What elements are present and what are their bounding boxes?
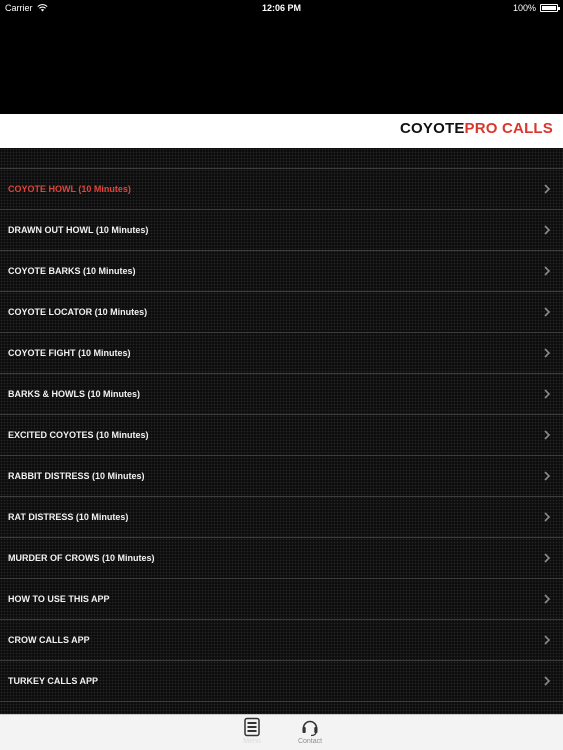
menu-item-murder-of-crows[interactable]: MURDER OF CROWS (10 Minutes) (0, 538, 563, 579)
app-title-part2: PRO CALLS (464, 120, 553, 137)
menu-item-label: TURKEY CALLS APP (8, 676, 99, 686)
chevron-right-icon (544, 266, 551, 276)
chevron-right-icon (544, 512, 551, 522)
menu-item-coyote-locator[interactable]: COYOTE LOCATOR (10 Minutes) (0, 292, 563, 333)
chevron-right-icon (544, 594, 551, 604)
tab-bar: Menu Contact (0, 714, 563, 750)
menu-item-coyote-barks[interactable]: COYOTE BARKS (10 Minutes) (0, 251, 563, 292)
menu-item-label: DRAWN OUT HOWL (10 Minutes) (8, 225, 149, 235)
tab-menu-label: Menu (243, 738, 261, 745)
menu-item-rabbit-distress[interactable]: RABBIT DISTRESS (10 Minutes) (0, 456, 563, 497)
menu-item-label: MURDER OF CROWS (10 Minutes) (8, 553, 155, 563)
menu-item-label: COYOTE HOWL (10 Minutes) (8, 184, 131, 194)
menu-item-label: HOW TO USE THIS APP (8, 594, 110, 604)
menu-item-how-to-use[interactable]: HOW TO USE THIS APP (0, 579, 563, 620)
app-title-part1: COYOTE (399, 120, 465, 137)
list-top-spacer (0, 148, 563, 169)
menu-list-icon (244, 717, 260, 737)
menu-item-label: EXCITED COYOTES (10 Minutes) (8, 430, 149, 440)
chevron-right-icon (544, 225, 551, 235)
menu-item-excited-coyotes[interactable]: EXCITED COYOTES (10 Minutes) (0, 415, 563, 456)
chevron-right-icon (544, 348, 551, 358)
menu-item-label: RAT DISTRESS (10 Minutes) (8, 512, 129, 522)
tab-menu[interactable]: Menu (232, 717, 272, 745)
tab-contact-label: Contact (297, 738, 323, 745)
chevron-right-icon (544, 553, 551, 563)
menu-item-drawn-out-howl[interactable]: DRAWN OUT HOWL (10 Minutes) (0, 210, 563, 251)
menu-item-label: RABBIT DISTRESS (10 Minutes) (8, 471, 145, 481)
tab-contact[interactable]: Contact (290, 717, 330, 745)
menu-item-crow-calls-app[interactable]: CROW CALLS APP (0, 620, 563, 661)
menu-item-turkey-calls-app[interactable]: TURKEY CALLS APP (0, 661, 563, 702)
chevron-right-icon (544, 471, 551, 481)
calls-menu-list: COYOTE HOWL (10 Minutes) DRAWN OUT HOWL … (0, 148, 563, 714)
app-screen: Carrier 12:06 PM 100% COYOTEPRO CALLS CO… (0, 0, 563, 750)
chevron-right-icon (544, 389, 551, 399)
battery-icon (540, 4, 560, 12)
title-bar: COYOTEPRO CALLS (0, 114, 563, 148)
menu-item-label: BARKS & HOWLS (10 Minutes) (8, 389, 141, 399)
status-right: 100% (512, 0, 560, 16)
menu-item-coyote-fight[interactable]: COYOTE FIGHT (10 Minutes) (0, 333, 563, 374)
chevron-right-icon (544, 676, 551, 686)
menu-item-label: CROW CALLS APP (8, 635, 90, 645)
menu-item-barks-howls[interactable]: BARKS & HOWLS (10 Minutes) (0, 374, 563, 415)
status-bar: Carrier 12:06 PM 100% (0, 0, 563, 16)
chevron-right-icon (544, 184, 551, 194)
headset-icon (302, 720, 318, 737)
chevron-right-icon (544, 635, 551, 645)
menu-item-rat-distress[interactable]: RAT DISTRESS (10 Minutes) (0, 497, 563, 538)
menu-item-label: COYOTE FIGHT (10 Minutes) (8, 348, 131, 358)
menu-item-label: COYOTE LOCATOR (10 Minutes) (8, 307, 148, 317)
banner-area (0, 16, 563, 114)
chevron-right-icon (544, 307, 551, 317)
app-title: COYOTEPRO CALLS (400, 120, 553, 137)
chevron-right-icon (544, 430, 551, 440)
menu-item-coyote-howl[interactable]: COYOTE HOWL (10 Minutes) (0, 169, 563, 210)
battery-percent: 100% (512, 3, 536, 13)
status-time: 12:06 PM (261, 3, 302, 13)
menu-item-label: COYOTE BARKS (10 Minutes) (8, 266, 136, 276)
